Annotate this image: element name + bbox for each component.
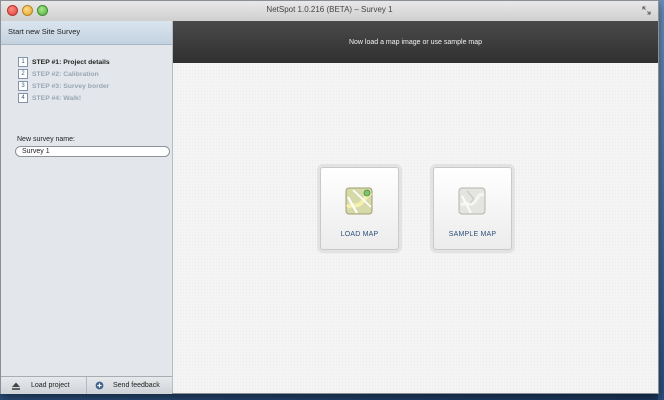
instruction-banner: Now load a map image or use sample map <box>173 21 658 63</box>
step-label: STEP #3: Survey border <box>32 82 110 90</box>
step-number: 1 <box>18 57 28 67</box>
sidebar-footer: Load project Send feedback <box>1 376 172 394</box>
main-content: Now load a map image or use sample map L… <box>173 21 658 393</box>
eject-icon <box>12 382 20 390</box>
sidebar-header-title: Start new Site Survey <box>8 27 81 36</box>
step-label: STEP #4: Walk! <box>32 94 82 102</box>
step-item-project-details[interactable]: 1 STEP #1: Project details <box>18 56 110 68</box>
step-number: 3 <box>18 81 28 91</box>
send-feedback-button[interactable]: Send feedback <box>87 377 172 394</box>
step-label: STEP #2: Calibration <box>32 70 99 78</box>
load-map-button[interactable]: LOAD MAP <box>320 167 399 250</box>
sample-map-icon <box>458 187 486 215</box>
app-window: NetSpot 1.0.216 (BETA) – Survey 1 Start … <box>0 0 659 394</box>
load-map-label: LOAD MAP <box>340 231 379 238</box>
step-item-calibration[interactable]: 2 STEP #2: Calibration <box>18 68 110 80</box>
send-feedback-label: Send feedback <box>113 382 160 389</box>
step-number: 4 <box>18 93 28 103</box>
sidebar-header: Start new Site Survey <box>1 21 172 45</box>
fullscreen-icon[interactable] <box>642 6 651 15</box>
step-label: STEP #1: Project details <box>32 58 110 66</box>
window-title: NetSpot 1.0.216 (BETA) – Survey 1 <box>266 5 393 14</box>
step-item-survey-border[interactable]: 3 STEP #3: Survey border <box>18 80 110 92</box>
survey-name-label: New survey name: <box>17 136 75 143</box>
title-bar[interactable]: NetSpot 1.0.216 (BETA) – Survey 1 <box>1 1 658 22</box>
sidebar: Start new Site Survey 1 STEP #1: Project… <box>1 21 173 394</box>
banner-text: Now load a map image or use sample map <box>348 39 483 46</box>
step-list: 1 STEP #1: Project details 2 STEP #2: Ca… <box>18 56 110 104</box>
sample-map-button[interactable]: SAMPLE MAP <box>433 167 512 250</box>
load-project-button[interactable]: Load project <box>1 377 87 394</box>
map-icon <box>345 187 373 215</box>
feedback-icon <box>95 381 104 390</box>
sample-map-label: SAMPLE MAP <box>448 231 497 238</box>
survey-name-input[interactable] <box>15 146 170 157</box>
load-project-label: Load project <box>31 382 70 389</box>
step-number: 2 <box>18 69 28 79</box>
step-item-walk[interactable]: 4 STEP #4: Walk! <box>18 92 110 104</box>
